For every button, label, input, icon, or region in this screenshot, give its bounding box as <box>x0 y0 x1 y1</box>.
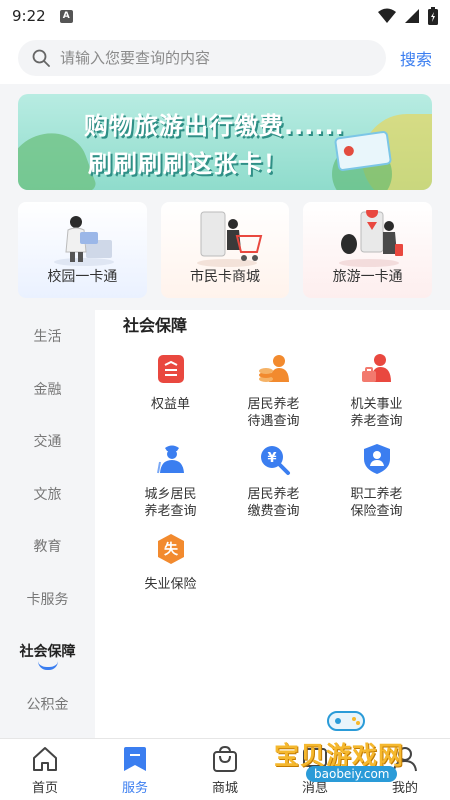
service-item-rights-list[interactable]: 权益单 <box>119 348 222 438</box>
battery-icon <box>428 7 438 25</box>
elder-briefcase-icon <box>361 354 391 382</box>
unemployment-glyph: 失 <box>164 541 179 558</box>
shopping-cart-illustration <box>196 211 262 267</box>
service-label: 机关事业 养老查询 <box>350 397 403 429</box>
quick-card-label: 旅游一卡通 <box>332 269 403 285</box>
status-icons <box>378 7 438 25</box>
section-title: 社会保障 <box>123 316 188 335</box>
service-item-employee-pension[interactable]: 职工养老 保险查询 <box>325 438 428 528</box>
tab-service[interactable]: 服务 <box>90 739 180 800</box>
tab-label: 首页 <box>31 781 58 796</box>
service-item-unemployment-insurance[interactable]: 失 失业保险 <box>119 528 222 618</box>
tab-home[interactable]: 首页 <box>0 739 90 800</box>
service-label: 权益单 <box>150 397 190 412</box>
service-item-pension-benefit[interactable]: 居民养老 待遇查询 <box>222 348 325 438</box>
search-input[interactable] <box>60 49 340 67</box>
gamepad-icon <box>327 711 365 731</box>
search-button[interactable]: 搜索 <box>400 46 432 70</box>
service-label: 城乡居民 养老查询 <box>144 487 197 519</box>
wifi-icon <box>378 8 396 23</box>
sidebar-item-education[interactable]: 教育 <box>0 520 95 573</box>
sidebar-item-life[interactable]: 生活 <box>0 310 95 363</box>
service-label: 失业保险 <box>144 577 197 592</box>
travel-illustration <box>339 210 404 267</box>
service-label: 居民养老 待遇查询 <box>247 397 300 429</box>
tab-mall[interactable]: 商城 <box>180 739 270 800</box>
service-item-rural-pension[interactable]: 城乡居民 养老查询 <box>119 438 222 528</box>
svg-text:¥: ¥ <box>267 451 276 466</box>
quick-card-label: 市民卡商城 <box>190 269 260 285</box>
unemployment-badge-icon: 失 <box>157 534 184 564</box>
service-label: 职工养老 保险查询 <box>350 487 403 519</box>
document-icon <box>157 355 184 383</box>
banner-headline: 购物旅游出行缴费...... <box>84 112 345 140</box>
service-bookmark-icon <box>124 747 146 771</box>
elder-person-icon <box>156 445 184 474</box>
service-panel: 社会保障 权益单 居民养老 待遇查询 机关事业 养老查询 城乡居民 养老查询 ¥… <box>107 310 450 738</box>
service-item-institution-pension[interactable]: 机关事业 养老查询 <box>325 348 428 438</box>
shopping-bag-icon <box>213 745 237 772</box>
student-card-illustration <box>54 216 114 266</box>
sidebar-item-finance[interactable]: 金融 <box>0 363 95 416</box>
category-sidebar: 生活 金融 交通 文旅 教育 卡服务 社会保障 公积金 <box>0 310 95 738</box>
quick-card-campus[interactable]: 校园一卡通 <box>18 202 147 298</box>
tab-label: 商城 <box>211 781 238 796</box>
elder-coins-icon <box>258 355 289 382</box>
quick-card-travel[interactable]: 旅游一卡通 <box>303 202 433 298</box>
service-item-pension-payment[interactable]: ¥ 居民养老 缴费查询 <box>222 438 325 528</box>
quick-card-label: 校园一卡通 <box>47 269 118 285</box>
watermark-url: baobeiy.com <box>306 766 398 782</box>
sidebar-item-transport[interactable]: 交通 <box>0 415 95 468</box>
shield-person-icon <box>363 444 390 474</box>
service-label: 居民养老 缴费查询 <box>247 487 300 519</box>
sidebar-item-card-service[interactable]: 卡服务 <box>0 573 95 626</box>
status-bar: 9:22 A <box>0 0 450 32</box>
search-icon <box>32 49 50 67</box>
quick-card-mall[interactable]: 市民卡商城 <box>160 202 290 298</box>
search-bar: 搜索 <box>0 36 450 80</box>
sidebar-item-social-security[interactable]: 社会保障 <box>0 625 95 678</box>
quick-cards: 校园一卡通 市民卡商城 旅游一卡通 <box>18 202 433 298</box>
home-icon <box>33 747 57 771</box>
yuan-search-icon: ¥ <box>260 446 290 475</box>
top-area: 购物旅游出行缴费...... 刷刷刷刷这张卡！ 校园一卡通 市民卡商城 旅游一卡… <box>0 84 450 310</box>
tab-label: 服务 <box>121 781 148 796</box>
promo-banner[interactable]: 购物旅游出行缴费...... 刷刷刷刷这张卡！ <box>18 94 432 190</box>
site-watermark: 宝贝游戏网 baobeiy.com <box>272 708 450 798</box>
sidebar-item-culture-tourism[interactable]: 文旅 <box>0 468 95 521</box>
status-time: 9:22 <box>12 7 46 25</box>
notification-icon: A <box>59 9 73 23</box>
search-box[interactable] <box>18 40 386 76</box>
service-grid: 权益单 居民养老 待遇查询 机关事业 养老查询 城乡居民 养老查询 ¥ 居民养老… <box>119 348 429 618</box>
sidebar-item-housing-fund[interactable]: 公积金 <box>0 678 95 731</box>
signal-icon <box>405 9 419 23</box>
banner-subline: 刷刷刷刷这张卡！ <box>88 150 288 178</box>
